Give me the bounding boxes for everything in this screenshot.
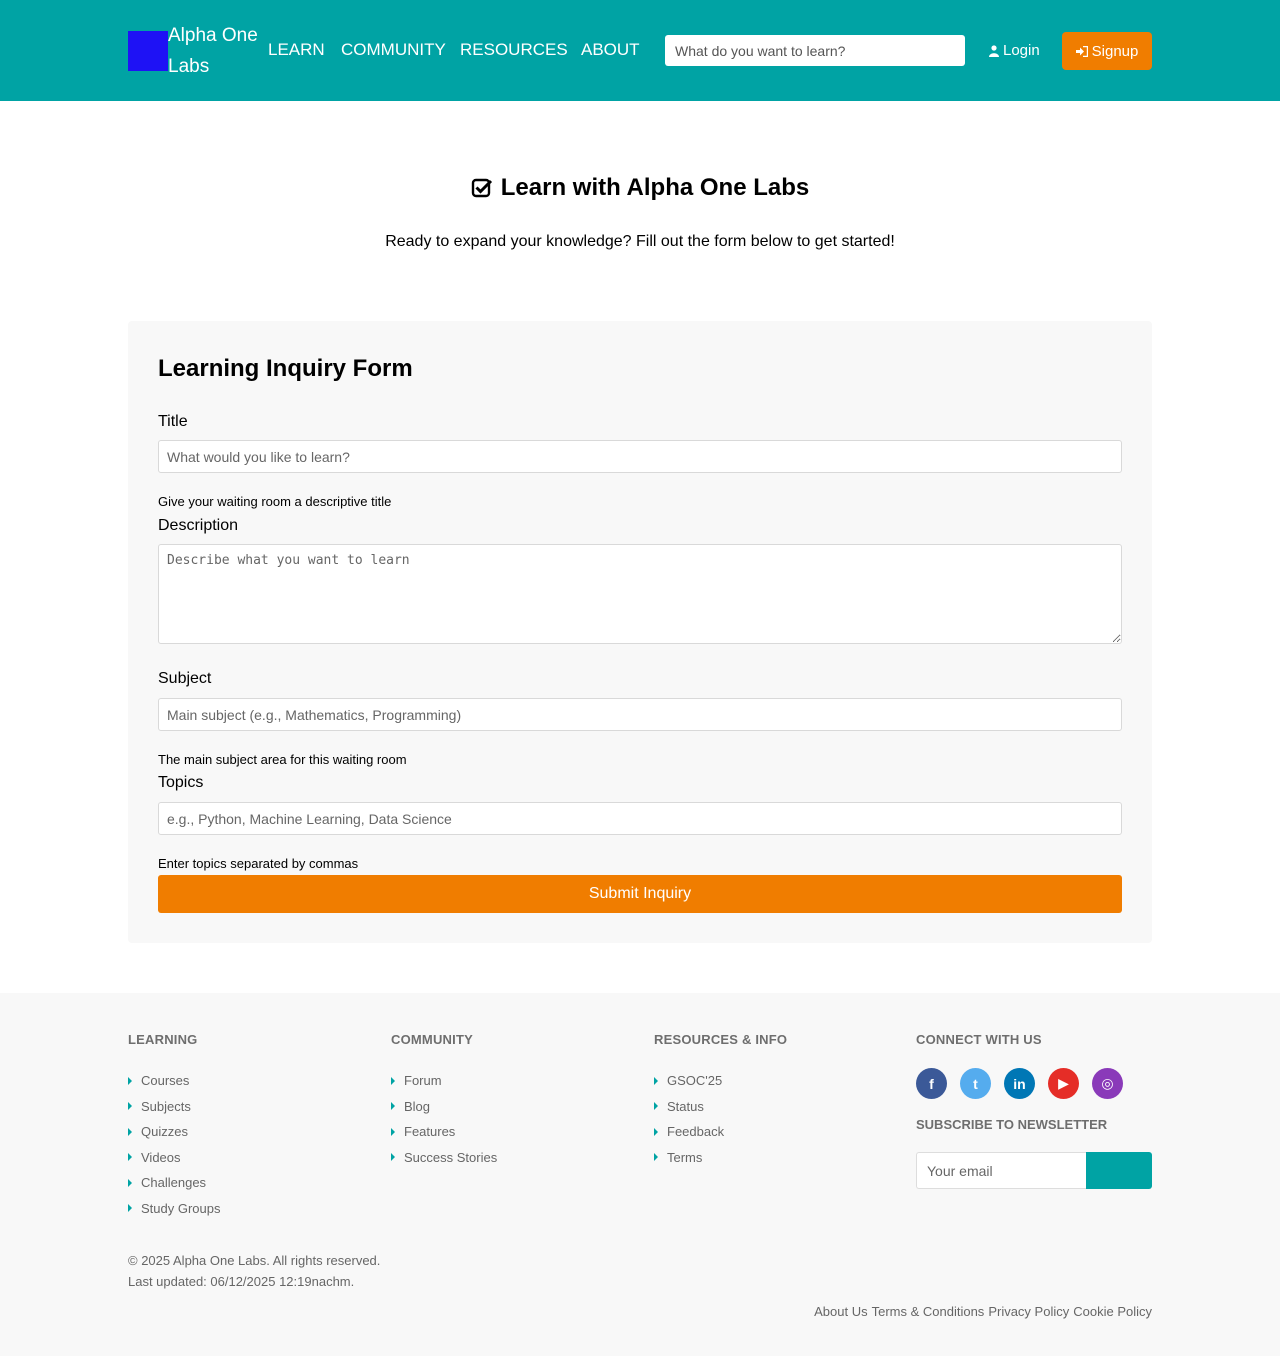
caret-right-icon: [654, 1127, 658, 1136]
footer-community-title: COMMUNITY: [391, 1032, 473, 1047]
footer-link-label: Videos: [141, 1149, 181, 1165]
caret-right-icon: [128, 1178, 132, 1187]
brand-name[interactable]: Alpha One Labs: [168, 20, 268, 82]
form-title: Learning Inquiry Form: [158, 355, 413, 382]
topics-help-text: Enter topics separated by commas: [158, 856, 359, 871]
footer-link-label: Study Groups: [141, 1200, 221, 1216]
page-title: Learn with Alpha One Labs: [0, 174, 1280, 202]
user-icon: [989, 45, 999, 57]
about-us-link[interactable]: About Us: [814, 1304, 867, 1319]
caret-right-icon: [654, 1102, 658, 1111]
caret-right-icon: [391, 1076, 395, 1085]
footer-learning-title: LEARNING: [128, 1032, 198, 1047]
cookie-policy-link[interactable]: Cookie Policy: [1073, 1304, 1152, 1319]
footer-link-label: Features: [404, 1124, 456, 1140]
description-label: Description: [158, 517, 239, 534]
instagram-icon[interactable]: ◎: [1092, 1068, 1123, 1099]
caret-right-icon: [128, 1127, 132, 1136]
footer-link-label: Courses: [141, 1073, 190, 1089]
footer-link-label: Terms: [667, 1149, 703, 1165]
login-link[interactable]: Login: [989, 42, 1040, 60]
footer-link-label: Blog: [404, 1098, 431, 1114]
linkedin-icon[interactable]: in: [1004, 1068, 1035, 1099]
footer-link[interactable]: Challenges: [128, 1170, 221, 1196]
newsletter-title: SUBSCRIBE TO NEWSLETTER: [916, 1117, 1108, 1132]
description-textarea[interactable]: [158, 544, 1122, 644]
login-label: Login: [1003, 42, 1040, 59]
footer-link[interactable]: Videos: [128, 1145, 221, 1171]
footer-link-label: Quizzes: [141, 1124, 188, 1140]
search-input[interactable]: [665, 35, 965, 66]
footer-resources-list: GSOC'25 Status Feedback Terms: [654, 1068, 724, 1170]
footer-link-label: Challenges: [141, 1175, 207, 1191]
privacy-policy-link[interactable]: Privacy Policy: [988, 1304, 1069, 1319]
caret-right-icon: [654, 1076, 658, 1085]
social-links: f t in ▶ ◎: [916, 1068, 1123, 1099]
footer-link[interactable]: Quizzes: [128, 1119, 221, 1145]
logo[interactable]: [128, 31, 168, 71]
footer-link[interactable]: Blog: [391, 1094, 497, 1120]
title-input[interactable]: [158, 440, 1122, 473]
signup-label: Signup: [1091, 42, 1139, 60]
footer-link-label: Success Stories: [404, 1149, 498, 1165]
topics-input[interactable]: [158, 802, 1122, 835]
title-label: Title: [158, 413, 188, 430]
newsletter-email-input[interactable]: [916, 1152, 1086, 1189]
topics-label: Topics: [158, 774, 204, 791]
footer-community-list: Forum Blog Features Success Stories: [391, 1068, 497, 1170]
footer-link[interactable]: Status: [654, 1094, 724, 1120]
footer-link[interactable]: GSOC'25: [654, 1068, 724, 1094]
caret-right-icon: [654, 1153, 658, 1162]
subscribe-button[interactable]: [1086, 1152, 1152, 1189]
youtube-icon[interactable]: ▶: [1048, 1068, 1079, 1099]
terms-link[interactable]: Terms & Conditions: [872, 1304, 985, 1319]
caret-right-icon: [391, 1102, 395, 1111]
footer-link-label: Forum: [404, 1073, 442, 1089]
caret-right-icon: [128, 1076, 132, 1085]
footer-resources-title: RESOURCES & INFO: [654, 1032, 788, 1047]
caret-right-icon: [128, 1102, 132, 1111]
footer-link[interactable]: Success Stories: [391, 1145, 497, 1171]
footer-link-label: Subjects: [141, 1098, 191, 1114]
footer-link-label: Feedback: [667, 1124, 725, 1140]
last-updated-text: Last updated: 06/12/2025 12:19nachm.: [128, 1274, 355, 1289]
caret-right-icon: [391, 1127, 395, 1136]
check-square-icon: [471, 178, 492, 198]
footer-link[interactable]: Study Groups: [128, 1196, 221, 1222]
nav-about[interactable]: ABOUT: [581, 40, 640, 60]
sign-in-icon: [1075, 45, 1088, 57]
footer-link[interactable]: Terms: [654, 1145, 724, 1171]
footer-link[interactable]: Features: [391, 1119, 497, 1145]
footer-link-label: GSOC'25: [667, 1073, 723, 1089]
title-help-text: Give your waiting room a descriptive tit…: [158, 494, 392, 509]
caret-right-icon: [391, 1153, 395, 1162]
page-title-text: Learn with Alpha One Labs: [500, 174, 810, 201]
footer-link[interactable]: Subjects: [128, 1094, 221, 1120]
subject-input[interactable]: [158, 698, 1122, 731]
footer-link[interactable]: Feedback: [654, 1119, 724, 1145]
caret-right-icon: [128, 1204, 132, 1213]
nav-resources[interactable]: RESOURCES: [460, 40, 568, 60]
footer-link-label: Status: [667, 1098, 704, 1114]
page-subtitle: Ready to expand your knowledge? Fill out…: [385, 233, 895, 250]
subject-label: Subject: [158, 670, 212, 687]
footer-link[interactable]: Courses: [128, 1068, 221, 1094]
copyright-block: © 2025 Alpha One Labs. All rights reserv…: [128, 1250, 380, 1292]
footer-connect-title: CONNECT WITH US: [916, 1032, 1042, 1047]
footer-bottom-links: About Us Terms & Conditions Privacy Poli…: [814, 1304, 1152, 1319]
nav-community[interactable]: COMMUNITY: [341, 40, 446, 60]
footer-link[interactable]: Forum: [391, 1068, 497, 1094]
submit-inquiry-button[interactable]: Submit Inquiry: [158, 875, 1122, 913]
facebook-icon[interactable]: f: [916, 1068, 947, 1099]
copyright-text: © 2025 Alpha One Labs. All rights reserv…: [128, 1253, 381, 1268]
twitter-icon[interactable]: t: [960, 1068, 991, 1099]
footer-learning-list: Courses Subjects Quizzes Videos Challeng…: [128, 1068, 221, 1221]
nav-learn[interactable]: LEARN: [268, 40, 325, 60]
signup-button[interactable]: Signup: [1062, 32, 1152, 70]
caret-right-icon: [128, 1153, 132, 1162]
subject-help-text: The main subject area for this waiting r…: [158, 752, 407, 767]
site-header: Alpha One Labs LEARN COMMUNITY RESOURCES…: [0, 0, 1280, 101]
